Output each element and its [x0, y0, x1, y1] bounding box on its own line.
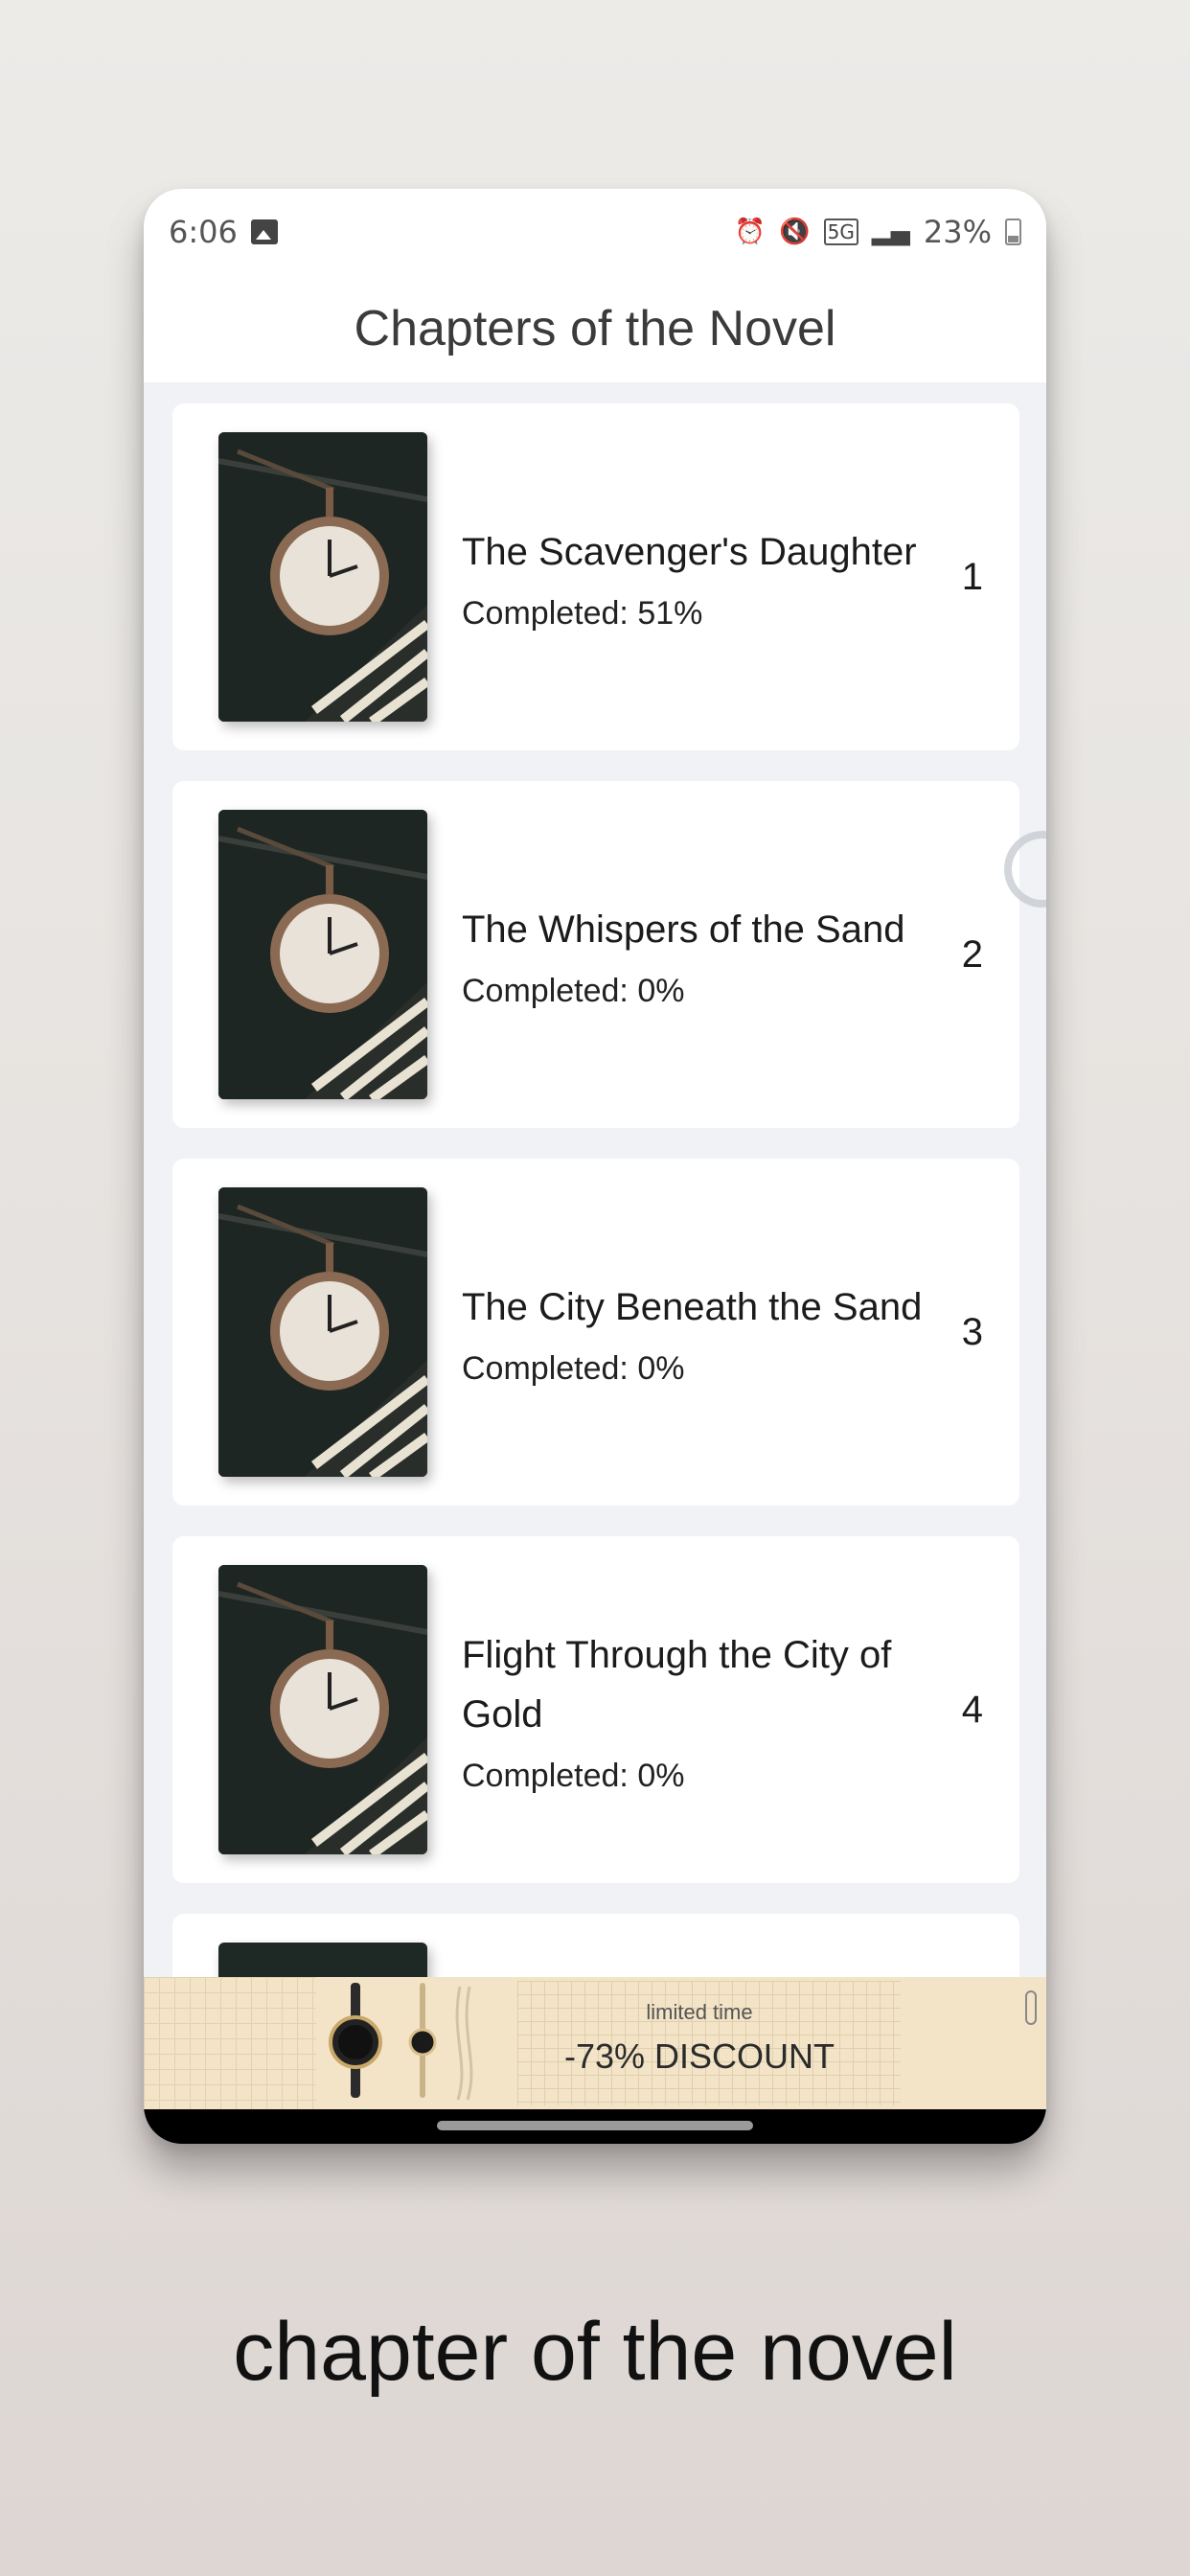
- chapter-progress: Completed: 51%: [462, 594, 703, 632]
- chapter-cover-image: [218, 810, 427, 1099]
- ad-info-icon[interactable]: [1025, 1990, 1037, 2025]
- ad-banner[interactable]: limited time -73% DISCOUNT: [144, 1977, 1046, 2109]
- network-5g-icon: 5G: [823, 218, 858, 245]
- ad-headline: -73% DISCOUNT: [563, 2036, 835, 2076]
- chapter-cover-image: [218, 1943, 427, 1977]
- status-bar: 6:06 ⏰ 🔇 5G ▂▄ 23%: [144, 189, 1046, 275]
- chapter-card-partial[interactable]: [172, 1914, 1019, 1977]
- chapter-card[interactable]: The Scavenger's Daughter Completed: 51% …: [172, 403, 1019, 750]
- watch-product-icon: [329, 1983, 473, 2101]
- chapter-progress: Completed: 0%: [462, 972, 685, 1009]
- chapter-number: 3: [961, 1310, 983, 1353]
- chapter-title: The Whispers of the Sand: [462, 908, 905, 951]
- chapter-number: 4: [961, 1688, 983, 1731]
- ad-tagline: limited time: [646, 2000, 753, 2024]
- chapter-card[interactable]: The Whispers of the Sand Completed: 0% 2: [172, 781, 1019, 1128]
- chapter-number: 2: [961, 932, 983, 976]
- chapter-title: The Scavenger's Daughter: [462, 530, 917, 573]
- navigation-bar: [144, 2109, 1046, 2144]
- page-title: Chapters of the Novel: [354, 301, 836, 356]
- image-icon: [250, 219, 278, 244]
- alarm-icon: ⏰: [734, 218, 767, 246]
- chapter-number: 1: [961, 555, 983, 598]
- chapter-list[interactable]: The Scavenger's Daughter Completed: 51% …: [144, 382, 1046, 1977]
- signal-icon: ▂▄: [871, 218, 910, 246]
- status-time: 6:06: [169, 214, 238, 250]
- ad-pattern: [144, 1977, 316, 2109]
- chapter-cover-image: [218, 1565, 427, 1854]
- phone-frame: 6:06 ⏰ 🔇 5G ▂▄ 23% Chapters of the Novel: [144, 189, 1046, 2144]
- chapter-card[interactable]: The City Beneath the Sand Completed: 0% …: [172, 1159, 1019, 1506]
- home-gesture-handle[interactable]: [437, 2121, 753, 2130]
- chapter-cover-image: [218, 1187, 427, 1477]
- chapter-cover-image: [218, 432, 427, 722]
- chapter-title: The City Beneath the Sand: [462, 1285, 923, 1328]
- chapter-card[interactable]: Flight Through the City of Gold Complete…: [172, 1536, 1019, 1883]
- battery-level: 23%: [923, 214, 992, 250]
- app-bar: Chapters of the Novel: [144, 275, 1046, 382]
- promo-caption: chapter of the novel: [233, 2306, 957, 2398]
- battery-icon: [1005, 218, 1021, 245]
- mute-icon: 🔇: [779, 218, 811, 246]
- chapter-title: Flight Through the City of Gold: [462, 1633, 892, 1736]
- chapter-progress: Completed: 0%: [462, 1757, 685, 1794]
- chapter-progress: Completed: 0%: [462, 1349, 685, 1387]
